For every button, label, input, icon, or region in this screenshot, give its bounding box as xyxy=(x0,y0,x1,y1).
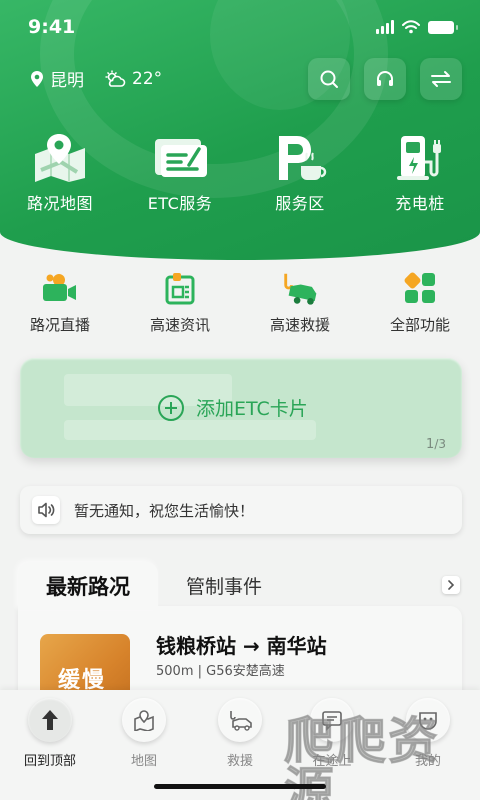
service-label: 充电桩 xyxy=(395,194,445,213)
sub-service-label: 高速救援 xyxy=(269,316,330,334)
status-time: 9:41 xyxy=(28,16,76,38)
news-icon xyxy=(165,273,195,305)
live-camera-icon xyxy=(43,274,76,301)
map-icon xyxy=(35,134,85,182)
service-area[interactable]: 服务区 xyxy=(240,130,360,214)
map-pin-icon xyxy=(134,710,154,731)
sub-service-label: 高速资讯 xyxy=(149,316,210,334)
more-button[interactable] xyxy=(442,576,460,594)
signal-icon xyxy=(376,20,394,34)
sub-service-rescue[interactable]: 高速救援 xyxy=(240,270,360,335)
add-etc-label: 添加ETC卡片 xyxy=(196,398,308,420)
battery-icon xyxy=(428,20,458,34)
service-label: ETC服务 xyxy=(147,194,213,213)
tab-latest-traffic[interactable]: 最新路况 xyxy=(18,562,158,610)
tab-rescue[interactable]: 救援 xyxy=(194,698,286,769)
tow-icon xyxy=(230,711,252,731)
carousel-pager: 1/3 xyxy=(426,437,446,452)
sub-service-news[interactable]: 高速资讯 xyxy=(120,270,240,335)
card-placeholder xyxy=(64,420,316,440)
city-label: 昆明 xyxy=(50,71,84,91)
chevron-right-icon xyxy=(448,580,455,590)
sub-service-all[interactable]: 全部功能 xyxy=(360,270,480,335)
headset-icon xyxy=(377,71,393,86)
weather: 22° xyxy=(104,69,162,89)
status-icons xyxy=(376,20,458,34)
all-apps-icon xyxy=(404,272,435,303)
tab-map[interactable]: 地图 xyxy=(98,698,190,769)
swap-icon xyxy=(431,71,451,87)
service-road-map[interactable]: 路况地图 xyxy=(0,130,120,214)
notice-bar[interactable]: 暂无通知，祝您生活愉快！ xyxy=(20,486,462,534)
service-label: 路况地图 xyxy=(26,194,93,213)
service-charging[interactable]: 充电桩 xyxy=(360,130,480,214)
news-subtitle: 500m | G56安楚高速 xyxy=(156,664,285,679)
plus-circle-icon xyxy=(158,394,184,421)
tow-truck-icon xyxy=(284,273,317,305)
search-icon xyxy=(320,70,338,88)
tab-control-events[interactable]: 管制事件 xyxy=(186,572,262,599)
etc-card-icon xyxy=(155,139,207,177)
etc-card-carousel[interactable]: 添加ETC卡片 1/3 xyxy=(20,358,462,458)
service-label: 服务区 xyxy=(275,194,325,213)
news-title: 钱粮桥站 → 南华站 xyxy=(156,634,327,658)
temperature-label: 22° xyxy=(132,68,163,89)
switch-button[interactable] xyxy=(420,58,462,100)
service-etc[interactable]: ETC服务 xyxy=(120,130,240,214)
notice-text: 暂无通知，祝您生活愉快！ xyxy=(74,501,255,520)
sub-service-live[interactable]: 路况直播 xyxy=(0,270,120,335)
add-etc-card-button[interactable]: 添加ETC卡片 xyxy=(158,394,308,421)
tab-back-to-top[interactable]: 回到顶部 xyxy=(4,698,96,769)
sub-services: 路况直播 高速资讯 高速救援 全部功能 xyxy=(0,270,480,335)
home-indicator xyxy=(154,784,326,789)
sub-service-label: 路况直播 xyxy=(29,316,90,334)
main-services: 路况地图 ETC服务 服务区 充电桩 xyxy=(0,130,480,214)
speaker-icon xyxy=(32,496,60,524)
tab-label: 地图 xyxy=(130,754,157,769)
tab-label: 救援 xyxy=(226,754,253,769)
support-button[interactable] xyxy=(364,58,406,100)
arrow-up-icon xyxy=(42,710,58,730)
service-area-icon xyxy=(279,136,327,180)
charging-pile-icon xyxy=(397,136,441,180)
status-bar: 9:41 xyxy=(0,0,480,56)
tab-label: 回到顶部 xyxy=(23,754,76,769)
location-weather[interactable]: 昆明 22° xyxy=(30,66,162,91)
partly-cloudy-icon xyxy=(105,70,126,87)
location-pin-icon xyxy=(31,70,43,87)
search-button[interactable] xyxy=(308,58,350,100)
sub-service-label: 全部功能 xyxy=(389,316,450,334)
wifi-icon xyxy=(402,20,420,34)
